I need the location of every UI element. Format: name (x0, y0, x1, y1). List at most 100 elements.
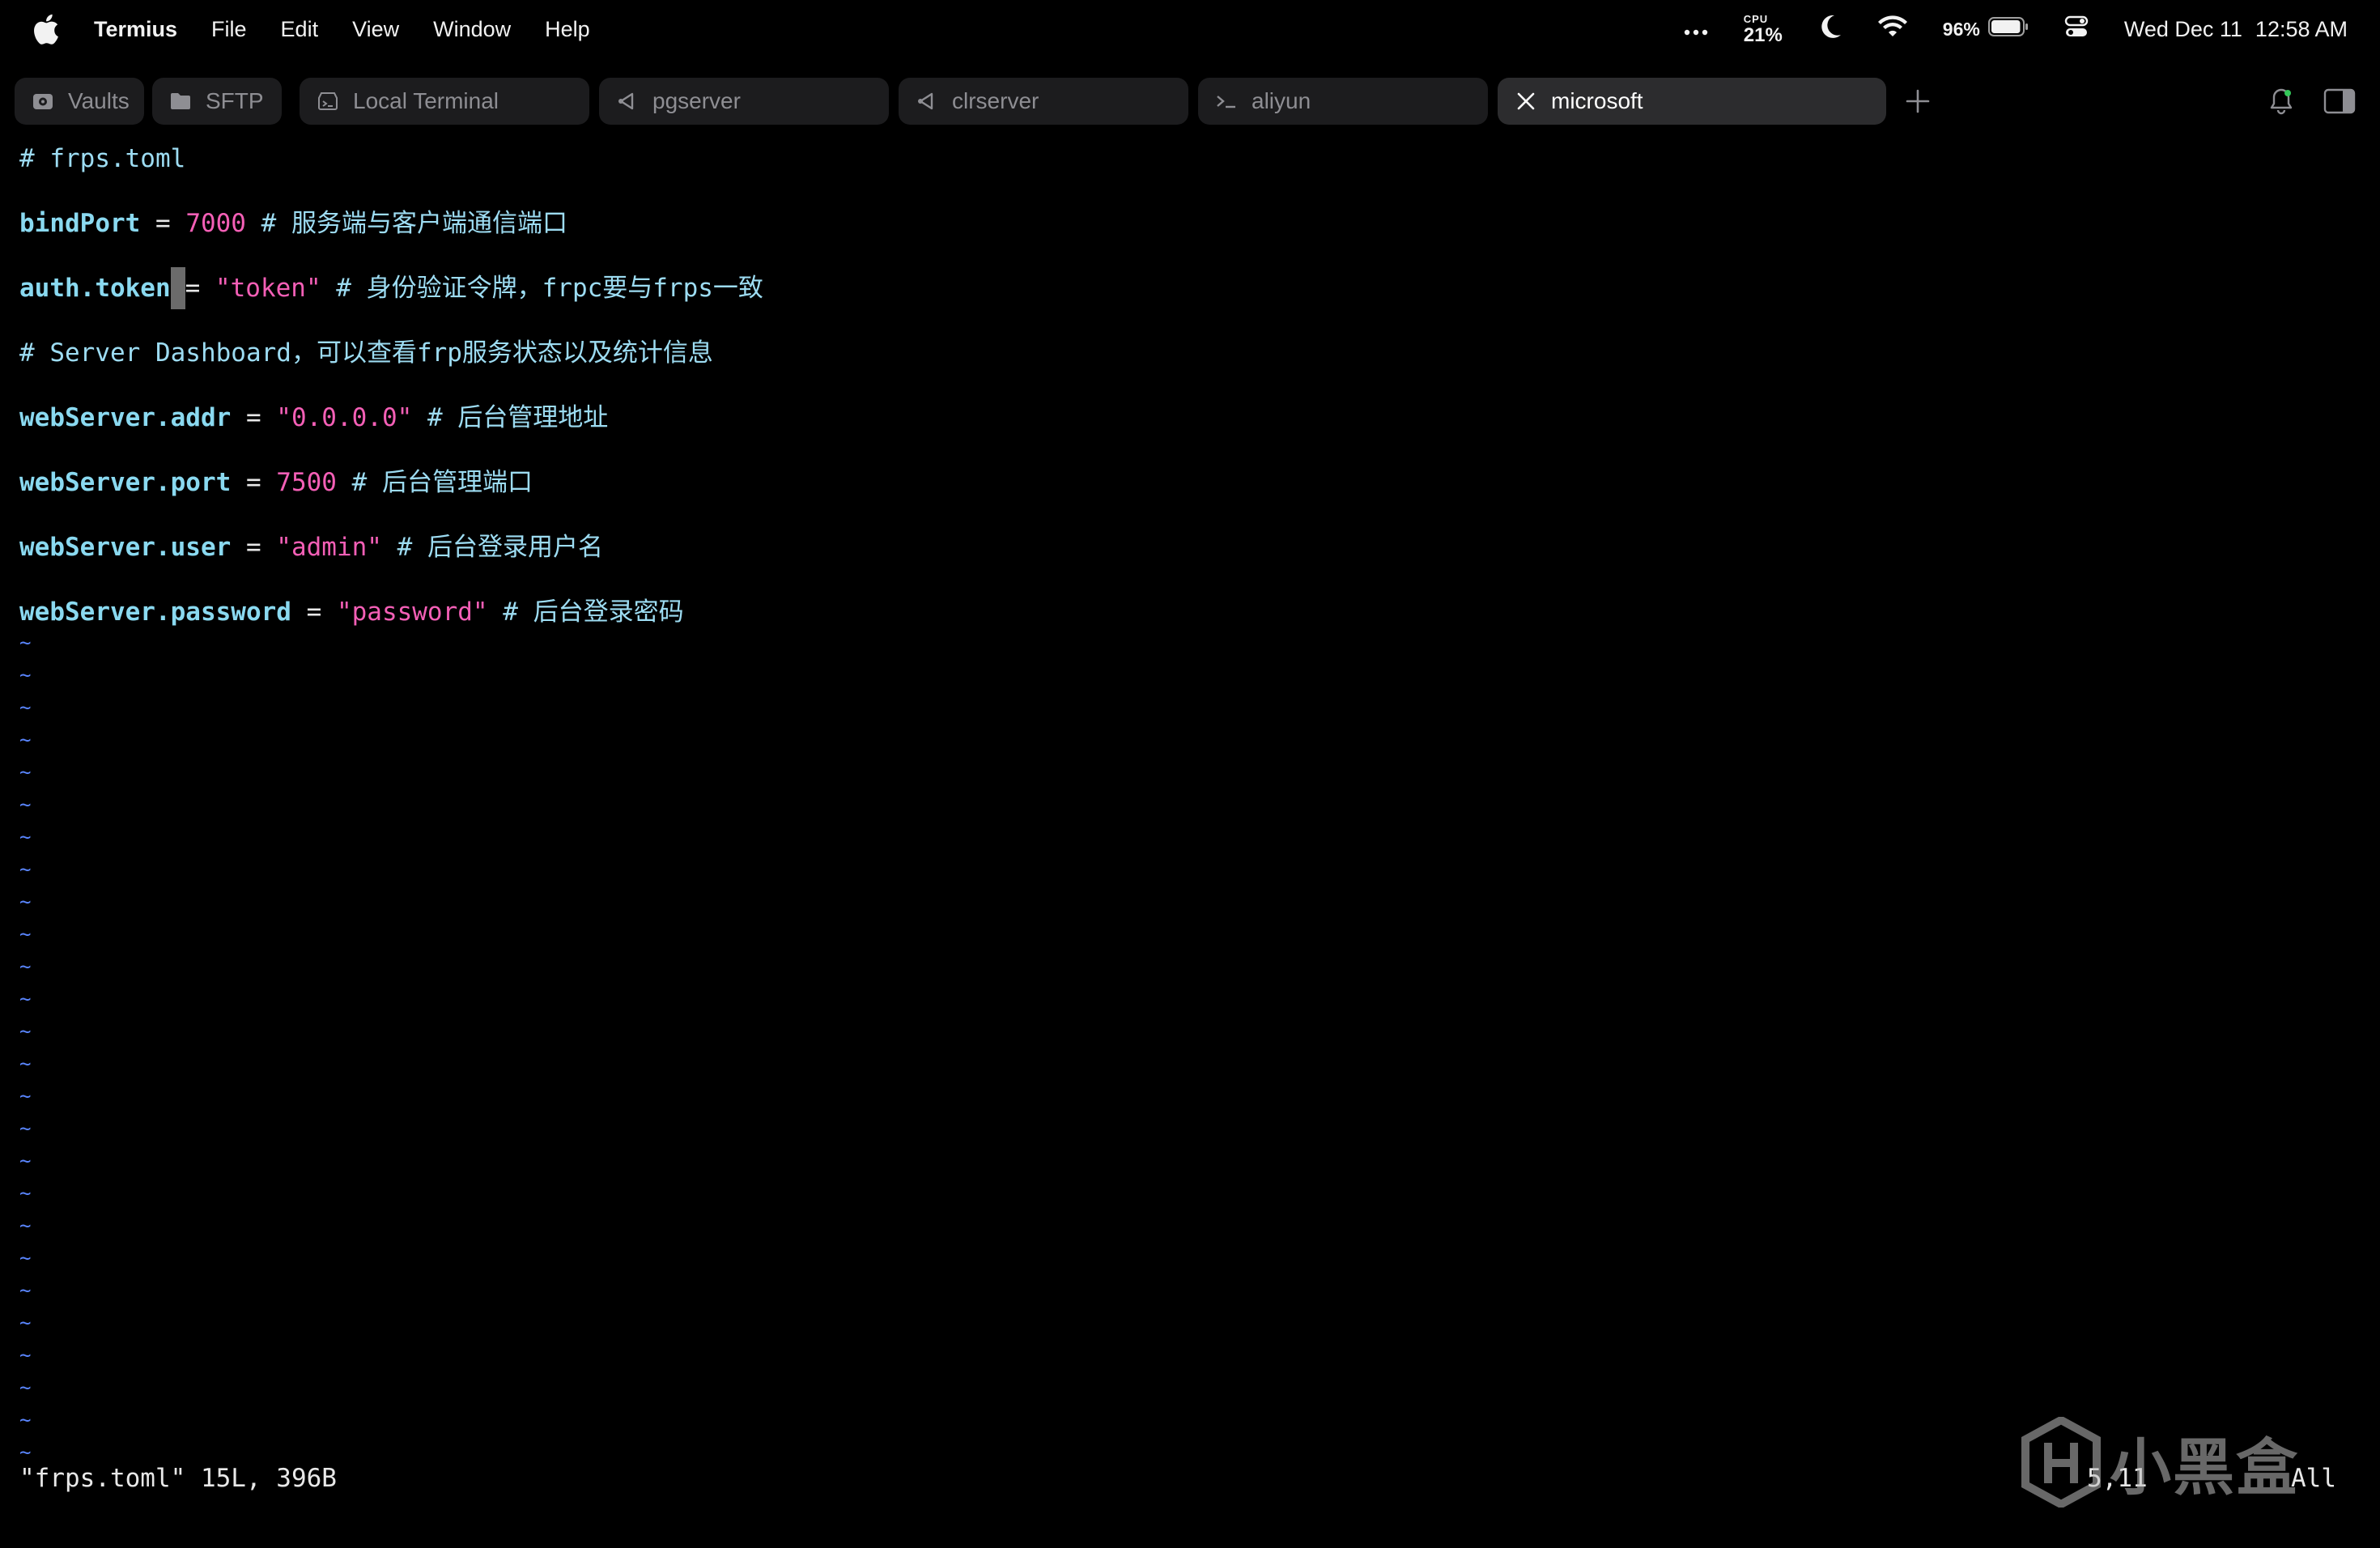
tab-microsoft[interactable]: microsoft (1498, 78, 1886, 125)
wifi-icon[interactable] (1877, 15, 1907, 44)
editor-line: webServer.addr = "0.0.0.0" # 后台管理地址 (19, 397, 2351, 461)
moon-icon[interactable] (1818, 14, 1842, 45)
assign-operator: = (185, 274, 215, 303)
plus-icon (1906, 89, 1930, 113)
menu-bar: Termius File Edit View Window Help CPU 2… (0, 0, 2380, 58)
editor-line: # Server Dashboard，可以查看frp服务状态以及统计信息 (19, 332, 2351, 397)
vault-icon (31, 89, 55, 113)
editor-line: bindPort = 7000 # 服务端与客户端通信端口 (19, 202, 2351, 267)
tab-label: Vaults (68, 88, 130, 113)
empty-line-marker: ~ (19, 793, 32, 816)
new-tab-button[interactable] (1904, 87, 1932, 115)
assign-operator: = (231, 468, 277, 497)
empty-line-marker: ~ (19, 1312, 32, 1334)
config-value: "admin" (276, 533, 382, 562)
menu-window[interactable]: Window (433, 17, 511, 42)
text-cursor (170, 267, 185, 309)
editor-line: webServer.password = "password" # 后台登录密码 (19, 591, 2351, 656)
config-value: "password" (336, 598, 488, 627)
menu-help[interactable]: Help (545, 17, 590, 42)
editor-line: webServer.port = 7500 # 后台管理端口 (19, 461, 2351, 526)
empty-line-marker: ~ (19, 1117, 32, 1140)
menu-clock[interactable]: Wed Dec 11 12:58 AM (2124, 17, 2348, 42)
editor-line: auth.token = "token" # 身份验证令牌，frpc要与frps… (19, 267, 2351, 332)
tab-aliyun[interactable]: aliyun (1198, 78, 1488, 125)
empty-line-marker: ~ (19, 826, 32, 848)
config-value: "token" (215, 274, 321, 303)
config-key: auth.token (19, 274, 171, 303)
empty-line-marker: ~ (19, 1409, 32, 1431)
vim-status-line: "frps.toml" 15L, 396B 5,11 All (19, 1464, 2361, 1506)
empty-lines: ~ ~ ~ ~ ~ ~ ~ ~ ~ ~ ~ ~ ~ ~ ~ ~ ~ ~ ~ ~ ~ ~ ~ ~ ~ ~ (19, 627, 31, 1469)
code-comment: # 服务端与客户端通信端口 (245, 209, 567, 238)
empty-line-marker: ~ (19, 632, 32, 654)
empty-line-marker: ~ (19, 1182, 32, 1205)
empty-line-marker: ~ (19, 1214, 32, 1237)
empty-line-marker: ~ (19, 955, 32, 978)
menu-file[interactable]: File (211, 17, 247, 42)
battery-status[interactable]: 96% (1943, 17, 2029, 41)
terminal-editor[interactable]: # frps.toml bindPort = 7000 # 服务端与客户端通信端口… (19, 138, 2351, 656)
close-icon[interactable] (1514, 89, 1538, 113)
apple-logo-icon[interactable] (32, 13, 60, 45)
notification-button[interactable] (2268, 87, 2294, 115)
empty-line-marker: ~ (19, 988, 32, 1010)
tab-clrserver[interactable]: clrserver (899, 78, 1188, 125)
tab-vaults[interactable]: Vaults (15, 78, 144, 125)
empty-line-marker: ~ (19, 858, 32, 881)
clock-date: Wed Dec 11 (2123, 16, 2242, 41)
config-key: webServer.port (19, 468, 232, 497)
bell-icon (2270, 88, 2293, 115)
editor-line: webServer.user = "admin" # 后台登录用户名 (19, 526, 2351, 591)
menu-edit[interactable]: Edit (281, 17, 319, 42)
empty-line-marker: ~ (19, 1344, 32, 1367)
empty-line-marker: ~ (19, 761, 32, 784)
ssh-host-icon (615, 89, 640, 113)
empty-line-marker: ~ (19, 1150, 32, 1172)
empty-line-marker: ~ (19, 1085, 32, 1108)
control-center-icon[interactable] (2064, 15, 2089, 45)
empty-line-marker: ~ (19, 1020, 32, 1043)
empty-line-marker: ~ (19, 891, 32, 913)
code-comment: # 身份验证令牌，frpc要与frps一致 (321, 274, 763, 303)
empty-line-marker: ~ (19, 696, 32, 719)
tab-pgserver[interactable]: pgserver (599, 78, 889, 125)
clock-time: 12:58 AM (2255, 16, 2348, 41)
tab-label: aliyun (1252, 88, 1311, 113)
side-panel-toggle[interactable] (2323, 87, 2356, 115)
code-comment: # frps.toml (19, 144, 186, 173)
empty-line-marker: ~ (19, 1279, 32, 1302)
watermark: 小黑盒 (2021, 1414, 2312, 1511)
config-value: "0.0.0.0" (276, 403, 413, 432)
config-key: bindPort (19, 209, 141, 238)
status-message: "frps.toml" 15L, 396B (19, 1464, 337, 1493)
cpu-usage[interactable]: CPU 21% (1744, 14, 1783, 45)
menu-app-name[interactable]: Termius (94, 17, 177, 42)
local-terminal-icon (316, 89, 340, 113)
tab-label: pgserver (652, 88, 741, 113)
more-icon[interactable] (1684, 17, 1708, 42)
tab-local-terminal[interactable]: Local Terminal (300, 78, 589, 125)
tab-sftp[interactable]: SFTP (152, 78, 282, 125)
empty-line-marker: ~ (19, 1376, 32, 1399)
tab-label: clrserver (952, 88, 1039, 113)
code-comment: # 后台登录密码 (487, 598, 684, 627)
tab-label: SFTP (206, 88, 264, 113)
tab-label: Local Terminal (353, 88, 499, 113)
editor-line: # frps.toml (19, 138, 2351, 202)
code-comment: # 后台管理端口 (336, 468, 533, 497)
config-key: webServer.addr (19, 403, 232, 432)
assign-operator: = (140, 209, 186, 238)
config-value: 7500 (276, 468, 337, 497)
battery-icon (1987, 17, 2029, 41)
config-value: 7000 (185, 209, 246, 238)
terminal-prompt-icon (1214, 89, 1239, 113)
battery-percent: 96% (1942, 18, 1980, 40)
assign-operator: = (291, 598, 337, 627)
menu-view[interactable]: View (352, 17, 399, 42)
code-comment: # Server Dashboard，可以查看frp服务状态以及统计信息 (19, 338, 713, 368)
ssh-host-icon (915, 89, 939, 113)
cpu-label: CPU (1743, 12, 1769, 25)
empty-line-marker: ~ (19, 1053, 32, 1075)
empty-line-marker: ~ (19, 1247, 32, 1269)
